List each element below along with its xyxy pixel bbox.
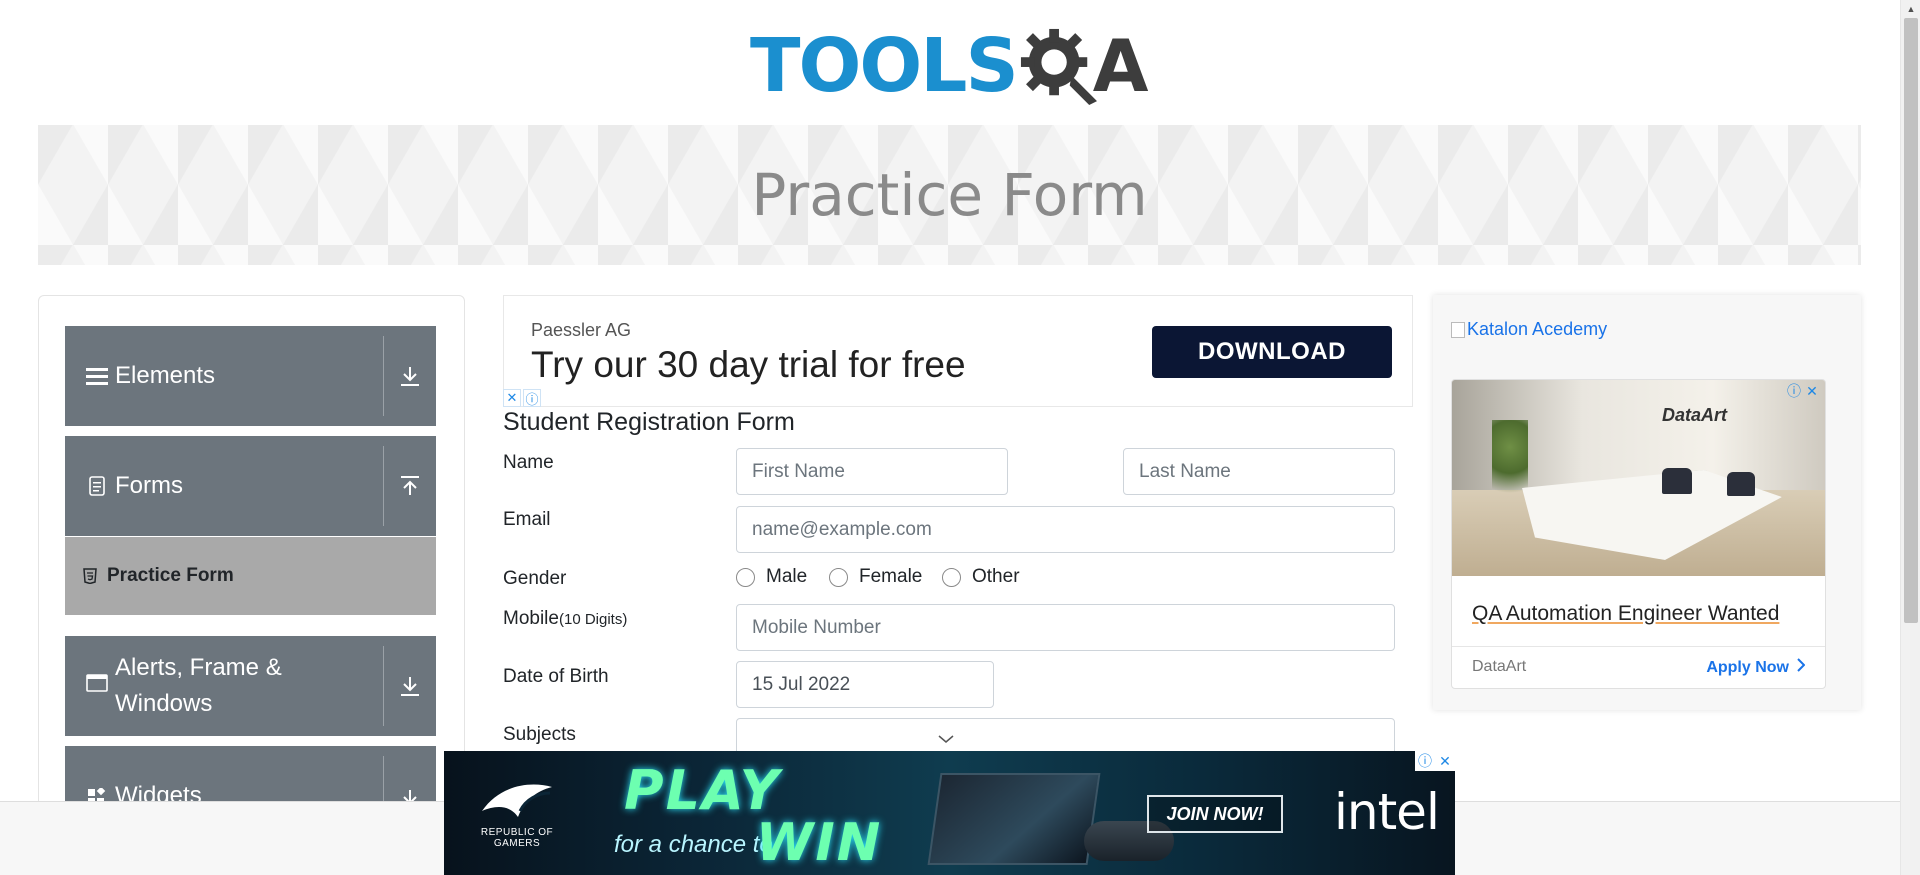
divider [1452,646,1825,647]
mobile-label-text: Mobile [503,608,559,629]
mobile-input[interactable]: Mobile Number [736,604,1395,651]
html5-icon [83,568,97,584]
rog-eye-icon [482,784,552,817]
photo-plant [1492,420,1528,510]
download-arrow-icon[interactable] [384,636,436,736]
radio-label: Male [766,566,808,587]
photo-chair [1727,472,1755,496]
toolsqa-logo[interactable]: TOOLS A [750,18,1155,113]
sidebar-group-label: Forms [115,472,183,499]
gear-magnifier-icon [1019,27,1097,105]
ad-win-text: WIN [756,813,883,873]
radio-circle[interactable] [942,567,961,587]
broken-image-icon [1451,321,1465,338]
photo-brand-sign: DataArt [1662,405,1728,425]
name-label: Name [503,452,554,473]
gender-label: Gender [503,568,567,589]
first-name-input[interactable]: First Name [736,448,1008,495]
ad-choices[interactable]: ✕ ⓘ [503,389,543,407]
sidebar-group-label-wrap: Elements [85,326,215,426]
mobile-hint: (10 Digits) [558,611,628,628]
close-icon[interactable]: ✕ [503,389,521,407]
gender-radio-male[interactable]: Male [736,566,807,588]
rog-text: REPUBLIC OF GAMERS [480,827,554,849]
ad-choices[interactable]: ⓘ ✕ [1785,382,1821,400]
form-title: Student Registration Form [503,408,795,436]
info-icon[interactable]: ⓘ [523,389,541,407]
logo-text-a: A [1092,23,1149,108]
broken-image-alt: Katalon Acedemy [1467,319,1608,339]
scroll-up-arrow-icon[interactable]: ▲ [1901,0,1920,17]
right-advertisement[interactable]: Katalon Acedemy DataArt ⓘ ✕ QA Automatio… [1433,295,1861,710]
page-header-banner: Practice Form [38,125,1861,265]
logo-text-tools: TOOLS [750,22,1019,109]
ad-card-title-text: QA Automation Engineer Wanted [1472,602,1780,625]
date-of-birth-input[interactable]: 15 Jul 2022 [736,661,994,708]
sidebar-group-label: Alerts, Frame & Windows [115,654,282,717]
document-icon [85,476,109,496]
ad-advertiser: DataArt [1472,658,1527,675]
apply-now-link[interactable]: Apply Now [1706,658,1806,677]
gender-radio-female[interactable]: Female [829,566,922,588]
ad-choices[interactable]: ⓘ ✕ [1415,751,1455,771]
photo-chair [1662,468,1692,494]
top-advertisement[interactable]: Paessler AG Try our 30 day trial for fre… [503,295,1413,407]
download-arrow-icon[interactable] [384,326,436,426]
email-input[interactable]: name@example.com [736,506,1395,553]
left-sidebar: Elements Forms Practice Form Alerts, Fra… [38,295,465,875]
close-icon[interactable]: ✕ [1435,751,1455,771]
sidebar-group-label-wrap: Forms [85,436,183,536]
subjects-label: Subjects [503,724,576,745]
ad-company: Paessler AG [531,320,632,340]
close-icon[interactable]: ✕ [1803,382,1821,400]
apply-now-label: Apply Now [1706,658,1789,676]
info-icon[interactable]: ⓘ [1415,751,1435,771]
intel-logo: intel [1334,783,1440,841]
upload-arrow-icon[interactable] [384,436,436,536]
sidebar-group-elements[interactable]: Elements [65,326,436,426]
sidebar-group-alerts-frame-windows[interactable]: Alerts, Frame & Windows [65,636,436,736]
email-label: Email [503,509,551,530]
sidebar-group-label: Elements [115,362,216,389]
join-now-button[interactable]: JOIN NOW! [1147,795,1283,833]
download-button[interactable]: DOWNLOAD [1152,326,1392,378]
window-icon [85,674,109,692]
mobile-label: Mobile(10 Digits) [503,608,627,630]
sidebar-item-label: Practice Form [107,565,234,586]
chevron-down-icon [937,729,955,751]
laptop-image [927,773,1101,865]
katalon-broken-image[interactable]: Katalon Acedemy [1451,319,1607,340]
gender-radio-other[interactable]: Other [942,566,1020,588]
dob-label: Date of Birth [503,666,609,687]
chevron-right-icon [1797,658,1806,677]
info-icon[interactable]: ⓘ [1785,382,1803,400]
radio-circle[interactable] [736,567,755,587]
menu-icon [85,366,109,386]
page-title: Practice Form [751,161,1148,229]
vertical-scrollbar[interactable]: ▲ [1900,0,1920,875]
radio-label: Female [859,566,923,587]
ad-headline: Try our 30 day trial for free [531,344,966,385]
ad-chance-text: for a chance to [614,831,773,858]
ad-card[interactable]: DataArt ⓘ ✕ QA Automation Engineer Wante… [1451,379,1826,689]
radio-label: Other [972,566,1020,587]
office-photo: DataArt ⓘ ✕ [1452,380,1825,576]
sidebar-group-label-wrap: Alerts, Frame & Windows [85,636,315,736]
sidebar-group-forms[interactable]: Forms [65,436,436,536]
radio-circle[interactable] [829,567,848,587]
sidebar-item-practice-form[interactable]: Practice Form [65,537,436,615]
scrollbar-thumb[interactable] [1904,18,1918,623]
rog-logo: REPUBLIC OF GAMERS [472,781,562,849]
bottom-advertisement[interactable]: REPUBLIC OF GAMERS PLAY for a chance to … [444,751,1455,875]
ad-card-title[interactable]: QA Automation Engineer Wanted [1472,602,1779,626]
last-name-input[interactable]: Last Name [1123,448,1395,495]
